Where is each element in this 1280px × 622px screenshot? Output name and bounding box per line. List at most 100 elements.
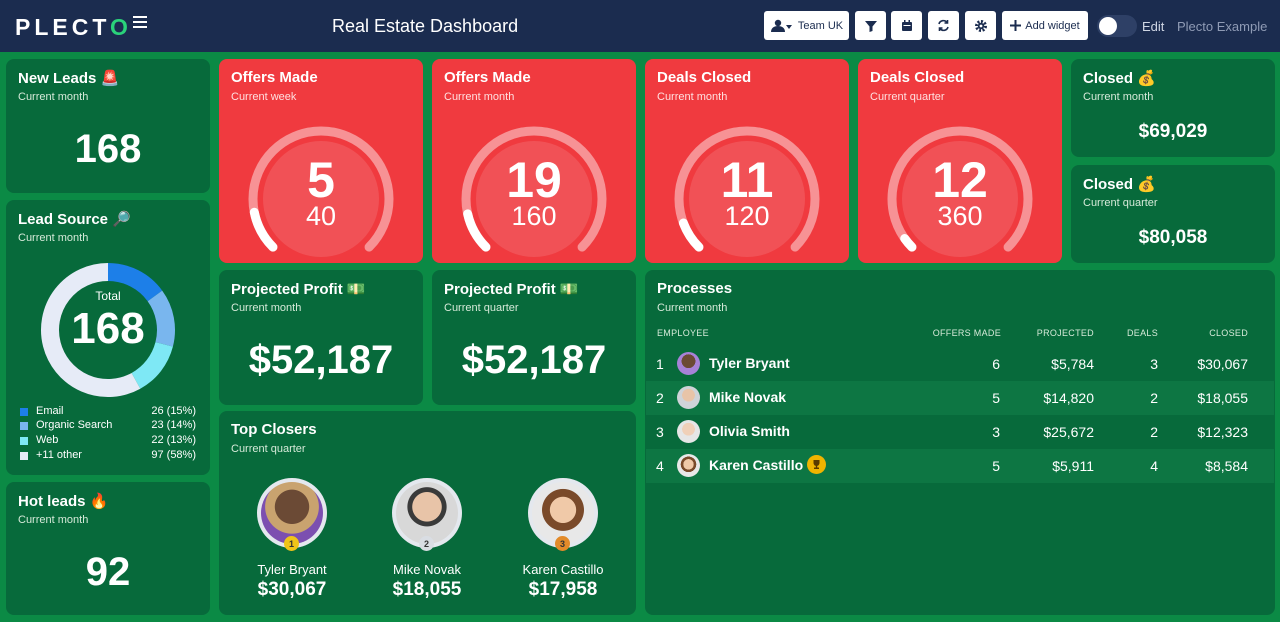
row-rank: 1 [656,356,664,372]
offers-made: 6 [992,356,1000,372]
deals-closed-quarter-card[interactable]: Deals Closed Current quarter 12 360 [858,59,1062,263]
employee-name[interactable]: Karen Castillo [709,457,803,473]
card-title: Lead Source 🔎 [18,211,131,228]
card-title: Closed 💰 [1083,70,1156,87]
card-title: Top Closers [231,421,317,438]
closed-month-value: $69,029 [1138,121,1208,142]
closed: $8,584 [1205,458,1248,474]
deals-closed-month-card[interactable]: Deals Closed Current month 11 120 [645,59,849,263]
closed: $18,055 [1197,390,1248,406]
avatar [677,352,700,375]
edit-label: Edit [1142,19,1165,34]
new-leads-value: 168 [74,127,142,171]
closer-name: Mike Novak [393,562,461,577]
offers-made-week-card[interactable]: Offers Made Current week 5 40 [219,59,423,263]
avatar-photo [532,482,594,544]
rank-badge: 1 [284,536,299,551]
table-row[interactable]: 4 Karen Castillo 5 $5,911 4 $8,584 [646,449,1274,483]
card-title: Offers Made [231,69,318,86]
card-subtitle: Current quarter [444,302,519,314]
closed: $30,067 [1197,356,1248,372]
new-leads-card[interactable]: New Leads 🚨 Current month 168 [6,59,210,193]
team-filter-button[interactable]: Team UK [764,11,849,40]
settings-button[interactable] [965,11,996,40]
closed-month-card[interactable]: Closed 💰 Current month $69,029 [1071,59,1275,157]
deals: 2 [1150,390,1158,406]
column-header-offers[interactable]: OFFERS MADE [900,328,1001,338]
donut-total-label: Total [95,289,121,303]
donut-total-value: 168 [71,304,145,353]
card-title: Closed 💰 [1083,176,1156,193]
gear-icon [974,19,987,32]
projected-profit-quarter-card[interactable]: Projected Profit 💵 Current quarter $52,1… [432,270,636,405]
legend-name: Web [36,434,59,446]
edit-toggle[interactable] [1097,15,1137,37]
filter-button[interactable] [855,11,886,40]
card-subtitle: Current quarter [1083,197,1158,209]
table-row[interactable]: 1 Tyler Bryant 6 $5,784 3 $30,067 [646,347,1274,381]
refresh-button[interactable] [928,11,959,40]
legend-item: Web 22 (13%) [20,434,196,448]
column-header-deals[interactable]: DEALS [1100,328,1158,338]
card-title: Hot leads 🔥 [18,493,109,510]
rank-badge: 2 [419,536,434,551]
account-name[interactable]: Plecto Example [1177,19,1267,34]
legend-value: 23 (14%) [151,419,196,431]
avatar-photo [396,482,458,544]
projected-profit-month-card[interactable]: Projected Profit 💵 Current month $52,187 [219,270,423,405]
row-rank: 3 [656,424,664,440]
closer-2[interactable]: 2 Mike Novak $18,055 [367,478,487,600]
add-widget-button[interactable]: Add widget [1002,11,1088,40]
employee-name[interactable]: Mike Novak [709,389,786,405]
table-row[interactable]: 3 Olivia Smith 3 $25,672 2 $12,323 [646,415,1274,449]
legend-swatch [20,452,28,460]
column-header-employee[interactable]: EMPLOYEE [657,328,709,338]
trophy-icon [807,455,826,474]
card-subtitle: Current month [231,302,302,314]
card-title: Offers Made [444,69,531,86]
offers-made: 5 [992,390,1000,406]
hot-leads-card[interactable]: Hot leads 🔥 Current month 92 [6,482,210,615]
card-subtitle: Current quarter [231,443,306,455]
legend-swatch [20,422,28,430]
closer-amount: $30,067 [257,579,327,600]
closed: $12,323 [1197,424,1248,440]
column-header-closed[interactable]: CLOSED [1160,328,1248,338]
menu-icon[interactable] [133,14,147,28]
legend-item: Organic Search 23 (14%) [20,419,196,433]
add-widget-label: Add widget [1025,19,1080,32]
team-filter-label: Team UK [797,19,844,32]
legend-swatch [20,437,28,445]
closer-3[interactable]: 3 Karen Castillo $17,958 [503,478,623,600]
employee-name[interactable]: Olivia Smith [709,423,790,439]
closer-name: Karen Castillo [522,562,604,577]
top-closers-card[interactable]: Top Closers Current quarter 1 Tyler Brya… [219,411,636,615]
gauge-target: 40 [305,201,337,231]
lead-source-card[interactable]: Lead Source 🔎 Current month Total 168 Em… [6,200,210,475]
row-rank: 2 [656,390,664,406]
offers-made: 5 [992,458,1000,474]
calendar-button[interactable] [891,11,922,40]
offers-made-month-card[interactable]: Offers Made Current month 19 160 [432,59,636,263]
gauge-target: 160 [511,201,557,231]
projected-profit-value: $52,187 [461,338,607,382]
closer-1[interactable]: 1 Tyler Bryant $30,067 [232,478,352,600]
closer-amount: $18,055 [392,579,462,600]
column-header-projected[interactable]: PROJECTED [1000,328,1094,338]
card-title: Deals Closed [870,69,965,86]
card-subtitle: Current quarter [870,91,945,103]
plus-icon [1010,20,1022,31]
employee-name[interactable]: Tyler Bryant [709,355,790,371]
legend-name: Email [36,405,64,417]
legend-item: +11 other 97 (58%) [20,449,196,463]
offers-made: 3 [992,424,1000,440]
projected: $5,784 [1051,356,1094,372]
legend-name: Organic Search [36,419,113,431]
card-title: Projected Profit 💵 [231,281,366,298]
closed-quarter-card[interactable]: Closed 💰 Current quarter $80,058 [1071,165,1275,263]
legend-value: 26 (15%) [151,405,196,417]
table-row[interactable]: 2 Mike Novak 5 $14,820 2 $18,055 [646,381,1274,415]
rank-badge: 3 [555,536,570,551]
card-title: New Leads 🚨 [18,70,120,87]
plecto-logo[interactable]: PLECTO [15,14,132,41]
